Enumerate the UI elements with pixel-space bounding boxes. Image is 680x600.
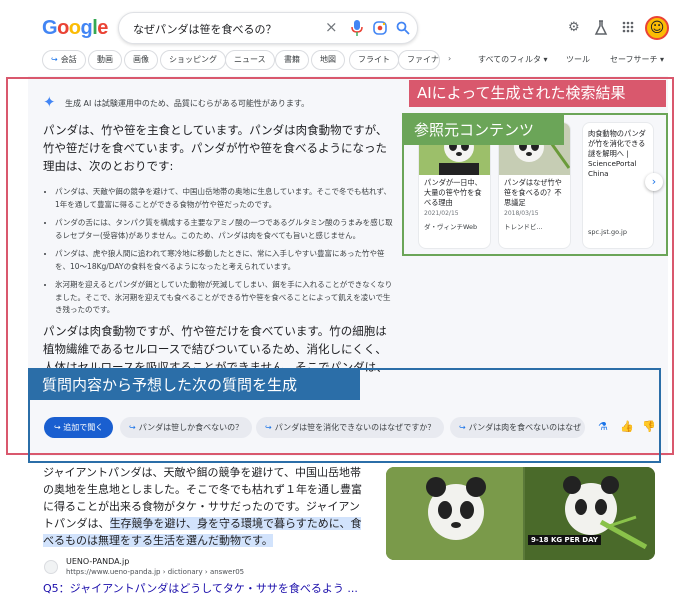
source-title: パンダはなぜ竹や笹を食べるの？不思議足: [504, 178, 562, 207]
labs-flask-icon[interactable]: [594, 20, 608, 36]
source-site: トレンドビ...: [504, 223, 543, 231]
ai-outro-text: パンダは肉食動物ですが、竹や笹だけを食べています。竹の細胞は植物繊維であるセルロ…: [43, 324, 388, 374]
apps-grid-icon[interactable]: [622, 21, 634, 33]
lens-icon[interactable]: [373, 21, 387, 35]
chip-video[interactable]: 動画: [88, 50, 122, 70]
sources-annotation: 参照元コンテンツ: [404, 115, 564, 145]
all-filters-button[interactable]: すべてのフィルタ ▾: [478, 54, 548, 65]
chip-news[interactable]: ニュース: [225, 50, 275, 70]
google-logo[interactable]: Google: [42, 17, 108, 40]
ask-followup-button[interactable]: ↪ 追加で聞く: [44, 417, 114, 438]
search-box[interactable]: なぜパンダは笹を食べるの？ ×: [118, 12, 418, 44]
result-url[interactable]: https://www.ueno-panda.jp › dictionary ›…: [66, 568, 244, 576]
sources-next-icon[interactable]: ›: [645, 173, 663, 191]
list-item: パンダは、虎や狼人間に追われて寒冷地に移動したときに、常に入手しやすい豊富にあっ…: [55, 248, 395, 273]
search-icon[interactable]: [396, 21, 410, 35]
tools-button[interactable]: ツール: [566, 54, 590, 65]
chip-books[interactable]: 書籍: [275, 50, 309, 70]
labs-flask-icon[interactable]: ⚗: [598, 420, 608, 433]
ai-arrow-icon: ↪: [459, 423, 466, 432]
source-date: 2021/02/15: [424, 210, 459, 217]
site-favicon: [44, 560, 58, 574]
ai-generated-annotation: AIによって生成された検索結果: [409, 80, 666, 107]
source-site: ダ・ヴィンチWeb: [424, 223, 478, 231]
ai-arrow-icon: ↪: [129, 423, 136, 432]
source-title: 肉食動物のパンダが竹を消化できる謎を解明へ | SciencePortal Ch…: [588, 129, 646, 178]
thumbs-down-icon[interactable]: 👎: [642, 420, 656, 433]
gemini-spark-icon: ✦: [43, 93, 56, 111]
chip-finance[interactable]: ファイナ: [398, 50, 440, 70]
followup-annotation: 質問内容から予想した次の質問を生成: [30, 370, 360, 400]
ai-arrow-icon: ↪: [54, 423, 64, 432]
ai-arrow-icon: ↪: [265, 423, 272, 432]
result-site-name[interactable]: UENO-PANDA.jp: [66, 557, 129, 566]
source-date: 2018/03/15: [504, 210, 539, 217]
image-caption-badge: 9-18 KG PER DAY: [528, 535, 601, 545]
suggestion-chip[interactable]: ↪ パンダは笹を消化できないのはなぜですか？: [256, 417, 445, 438]
microphone-icon[interactable]: [351, 20, 363, 36]
chip-conversation[interactable]: ↪ 会話: [42, 50, 86, 70]
ai-disclaimer: 生成 AI は試験運用中のため、品質にむらがある可能性があります。: [65, 99, 310, 108]
ai-intro-text: パンダは、竹や笹を主食としています。パンダは肉食動物ですが、竹や笹だけを食べてい…: [43, 123, 388, 173]
panda-image[interactable]: [386, 467, 655, 560]
list-item: 氷河期を迎えるとパンダが餌としていた動物が死滅してしまい、餌を手に入れることがで…: [55, 279, 395, 317]
suggestion-chip[interactable]: ↪ パンダは肉を食べないのはなぜ: [450, 417, 585, 438]
source-site: spc.jst.go.jp: [588, 228, 627, 236]
chip-flights[interactable]: フライト: [349, 50, 399, 70]
result-title-link[interactable]: Q5：ジャイアントパンダはどうしてタケ・ササを食べるよう ...: [43, 580, 358, 596]
clear-icon[interactable]: ×: [325, 18, 338, 36]
avatar[interactable]: ☺: [645, 16, 669, 40]
safesearch-button[interactable]: セーフサーチ ▾: [610, 54, 664, 65]
chips-next-icon[interactable]: ›: [448, 54, 451, 63]
thumbs-up-icon[interactable]: 👍: [620, 420, 634, 433]
result-snippet: ジャイアントパンダは、天敵や餌の競争を避けて、中国山岳地帯の奥地を生息地としまし…: [43, 466, 362, 547]
list-item: パンダは、天敵や餌の競争を避けて、中国山岳地帯の奥地に生息しています。そこで冬で…: [55, 186, 395, 211]
source-card-3[interactable]: 肉食動物のパンダが竹を消化できる謎を解明へ | SciencePortal Ch…: [582, 122, 654, 249]
list-item: パンダの舌には、タンパク質を構成する主要なアミノ酸の一つであるグルタミン酸のうま…: [55, 217, 395, 242]
chip-shopping[interactable]: ショッピング: [160, 50, 226, 70]
chip-images[interactable]: 画像: [124, 50, 158, 70]
source-title: パンダが一日中、大量の笹や竹を食べる理由: [424, 178, 482, 207]
chip-maps[interactable]: 地図: [311, 50, 345, 70]
gear-icon[interactable]: ⚙: [568, 20, 580, 35]
ai-arrow-icon: ↪: [51, 55, 58, 64]
suggestion-chip[interactable]: ↪ パンダは笹しか食べないの？: [120, 417, 253, 438]
search-input[interactable]: なぜパンダは笹を食べるの？: [133, 21, 277, 37]
ai-bullet-list: パンダは、天敵や餌の競争を避けて、中国山岳地帯の奥地に生息しています。そこで冬で…: [55, 186, 395, 323]
